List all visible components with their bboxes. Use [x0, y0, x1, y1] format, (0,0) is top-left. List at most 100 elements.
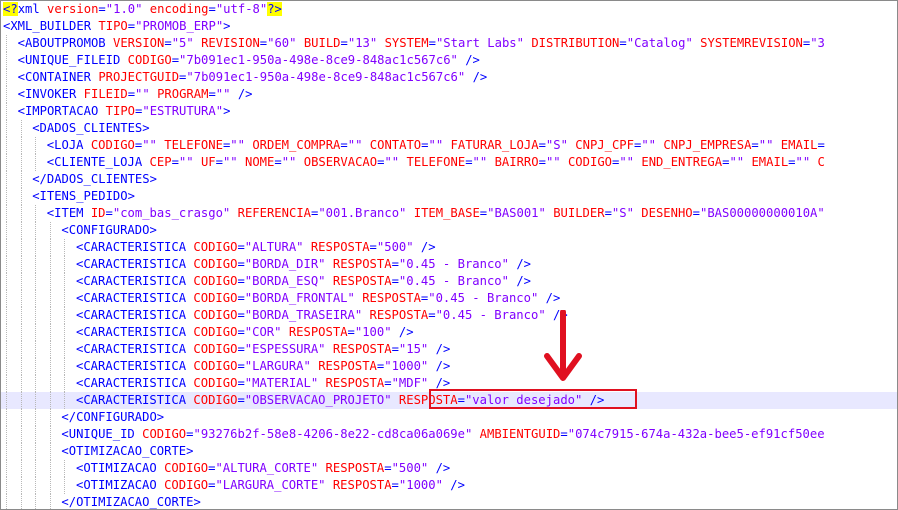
code-token: />	[435, 359, 451, 373]
indent-guide	[6, 426, 7, 443]
code-token: RESPOSTA	[318, 359, 377, 373]
code-line[interactable]: <?xml version="1.0" encoding="utf-8"?>	[1, 1, 897, 18]
code-line[interactable]: <CARACTERISTICA CODIGO="COR" RESPOSTA="1…	[1, 324, 897, 341]
code-line[interactable]: <CARACTERISTICA CODIGO="LARGURA" RESPOST…	[1, 358, 897, 375]
code-line[interactable]: </DADOS_CLIENTES>	[1, 171, 897, 188]
code-token: ITEM_BASE	[413, 206, 480, 220]
code-token: CARACTERISTICA	[83, 240, 187, 254]
code-token: "001.Branco"	[318, 206, 407, 220]
code-token: =	[237, 359, 245, 373]
code-line[interactable]: <CARACTERISTICA CODIGO="BORDA_ESQ" RESPO…	[1, 273, 897, 290]
indent-guide	[6, 205, 7, 222]
code-token: "BORDA_DIR"	[244, 257, 326, 271]
code-token: ""	[758, 138, 774, 152]
code-line[interactable]: <OTIMIZACAO CODIGO="ALTURA_CORTE" RESPOS…	[1, 460, 897, 477]
indent-guide	[6, 154, 7, 171]
code-token: RESPOSTA	[332, 274, 392, 288]
code-line[interactable]: <CONTAINER PROJECTGUID="7b091ec1-950a-49…	[1, 69, 897, 86]
code-token: =	[391, 274, 399, 288]
indent-guide	[6, 375, 7, 392]
code-line[interactable]: <INVOKER FILEID="" PROGRAM="" />	[1, 86, 897, 103]
code-line[interactable]: <UNIQUE_FILEID CODIGO="7b091ec1-950a-498…	[1, 52, 897, 69]
code-token: =	[208, 87, 216, 101]
code-token: "Start Labs"	[435, 36, 524, 50]
indent-guide	[20, 341, 22, 358]
code-token: ID	[90, 206, 106, 220]
code-token: UNIQUE_ID	[68, 427, 135, 441]
code-token: "500"	[391, 461, 429, 475]
code-line[interactable]: </CONFIGURADO>	[1, 409, 897, 426]
code-text: <OTIMIZACAO CODIGO="ALTURA_CORTE" RESPOS…	[76, 461, 450, 475]
indent-guide	[64, 460, 66, 477]
code-token: =	[692, 206, 700, 220]
code-token: />	[450, 478, 465, 492]
indent-guide	[49, 409, 51, 426]
code-token: EMAIL	[780, 138, 818, 152]
indent-guide	[35, 137, 37, 154]
code-line[interactable]: <ITEM ID="com_bas_crasgo" REFERENCIA="00…	[1, 205, 897, 222]
code-line[interactable]: <UNIQUE_ID CODIGO="93276b2f-58e8-4206-8e…	[1, 426, 897, 443]
code-token: />	[435, 461, 451, 475]
code-token: ""	[281, 155, 297, 169]
code-token: ABOUTPROMOB	[24, 36, 106, 50]
indent-guide	[6, 120, 7, 137]
xml-code-editor[interactable]: <?xml version="1.0" encoding="utf-8"?> <X…	[0, 0, 898, 510]
indent-guide	[64, 307, 66, 324]
code-line[interactable]: <CLIENTE_LOJA CEP="" UF="" NOME="" OBSER…	[1, 154, 897, 171]
indent-guide	[6, 477, 7, 494]
code-line[interactable]: <CARACTERISTICA CODIGO="BORDA_TRASEIRA" …	[1, 307, 897, 324]
code-line[interactable]: <ABOUTPROMOB VERSION="5" REVISION="60" B…	[1, 35, 897, 52]
code-line[interactable]: <DADOS_CLIENTES>	[1, 120, 897, 137]
indent-guide	[64, 392, 66, 409]
code-line[interactable]: <CARACTERISTICA CODIGO="BORDA_DIR" RESPO…	[1, 256, 897, 273]
code-line[interactable]: <LOJA CODIGO="" TELEFONE="" ORDEM_COMPRA…	[1, 137, 897, 154]
indent-guide	[6, 307, 7, 324]
code-token: ""	[230, 138, 245, 152]
code-token: "0.45 - Branco"	[428, 291, 539, 305]
code-line[interactable]: <CONFIGURADO>	[1, 222, 897, 239]
code-token: =	[428, 308, 436, 322]
indent-guide	[6, 460, 7, 477]
indent-guide	[20, 409, 22, 426]
code-token: CODIGO	[193, 291, 238, 305]
code-token: C	[817, 155, 825, 169]
code-token: "MATERIAL"	[244, 376, 319, 390]
code-text: <?xml version="1.0" encoding="utf-8"?>	[3, 2, 282, 16]
code-line[interactable]: <CARACTERISTICA CODIGO="ESPESSURA" RESPO…	[1, 341, 897, 358]
code-token: TELEFONE	[164, 138, 223, 152]
indent-guide	[20, 188, 22, 205]
indent-guide	[6, 35, 7, 52]
code-token: CODIGO	[193, 376, 238, 390]
indent-guide	[20, 443, 22, 460]
indent-guide	[49, 375, 51, 392]
code-line[interactable]: <OTIMIZACAO_CORTE>	[1, 443, 897, 460]
code-token: =	[619, 36, 627, 50]
code-token: ""	[729, 155, 745, 169]
code-line[interactable]: <CARACTERISTICA CODIGO="ALTURA" RESPOSTA…	[1, 239, 897, 256]
code-token: >	[149, 223, 157, 237]
code-token: "13"	[347, 36, 378, 50]
code-token: PROGRAM	[157, 87, 209, 101]
code-line[interactable]: <IMPORTACAO TIPO="ESTRUTURA">	[1, 103, 897, 120]
code-token: >	[193, 495, 201, 509]
code-token: AMBIENTGUID	[479, 427, 561, 441]
code-token: >	[223, 104, 231, 118]
code-line[interactable]: <OTIMIZACAO CODIGO="LARGURA_CORTE" RESPO…	[1, 477, 897, 494]
indent-guide	[49, 324, 51, 341]
code-line[interactable]: <CARACTERISTICA CODIGO="BORDA_FRONTAL" R…	[1, 290, 897, 307]
code-token: =	[428, 36, 436, 50]
code-line[interactable]: <ITENS_PEDIDO>	[1, 188, 897, 205]
code-line[interactable]: </OTIMIZACAO_CORTE>	[1, 494, 897, 509]
code-line[interactable]: <XML_BUILDER TIPO="PROMOB_ERP">	[1, 18, 897, 35]
indent-guide	[35, 426, 37, 443]
